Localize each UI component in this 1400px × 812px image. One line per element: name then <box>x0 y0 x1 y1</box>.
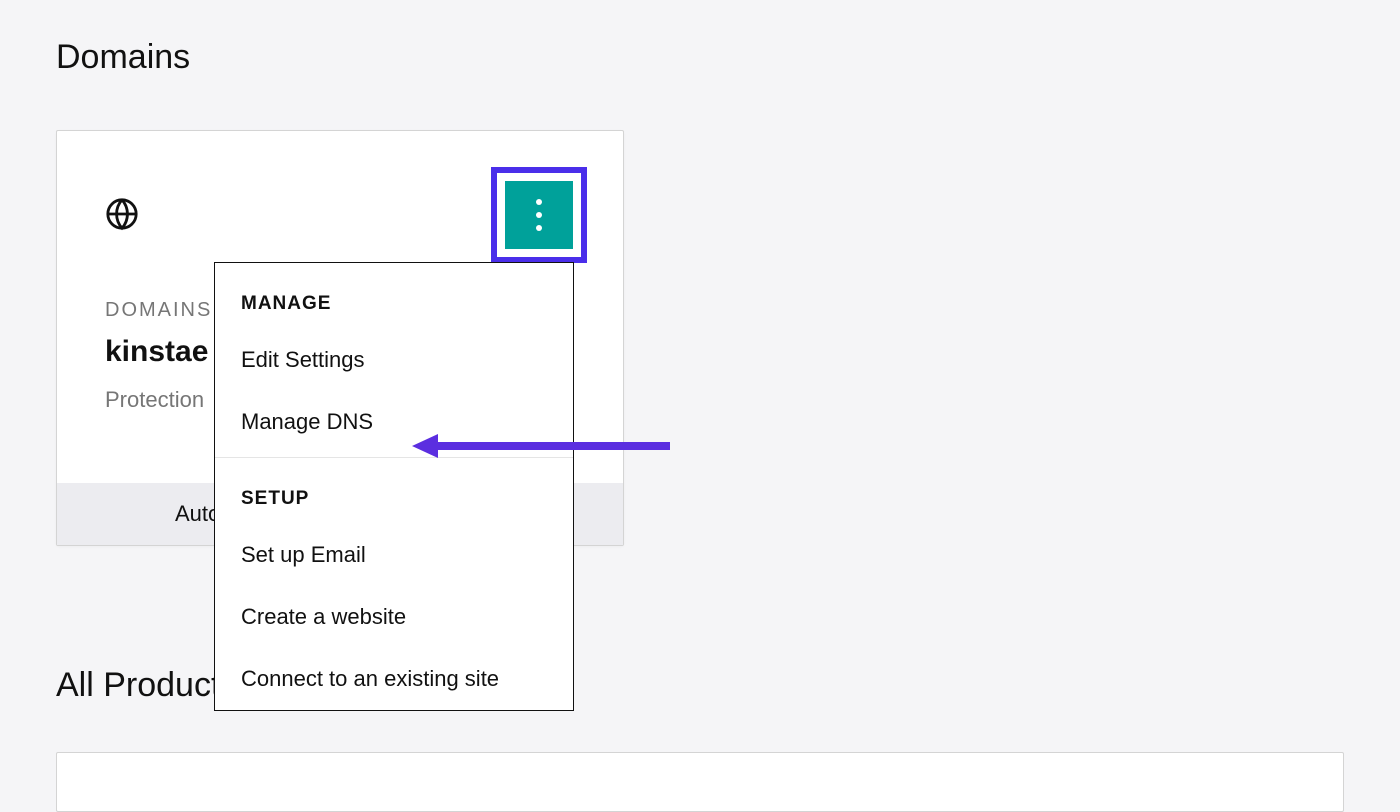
page-heading-domains: Domains <box>56 38 190 77</box>
kebab-icon <box>536 199 542 231</box>
menu-section-setup: SETUP <box>215 458 573 524</box>
more-actions-button[interactable] <box>505 181 573 249</box>
page-heading-all-products: All Products <box>56 666 237 705</box>
menu-item-connect-site[interactable]: Connect to an existing site <box>215 648 573 710</box>
menu-item-edit-settings[interactable]: Edit Settings <box>215 329 573 391</box>
menu-item-manage-dns[interactable]: Manage DNS <box>215 391 573 453</box>
menu-section-manage: MANAGE <box>215 263 573 329</box>
all-products-panel <box>56 752 1344 812</box>
domain-name-text: kinstae <box>105 335 208 369</box>
protection-status: Protection <box>105 387 204 413</box>
domain-type-label: DOMAINS <box>105 299 212 322</box>
globe-icon <box>105 197 139 231</box>
menu-item-setup-email[interactable]: Set up Email <box>215 524 573 586</box>
domain-actions-menu: MANAGE Edit Settings Manage DNS SETUP Se… <box>214 262 574 711</box>
more-actions-highlight <box>491 167 587 263</box>
menu-item-create-website[interactable]: Create a website <box>215 586 573 648</box>
